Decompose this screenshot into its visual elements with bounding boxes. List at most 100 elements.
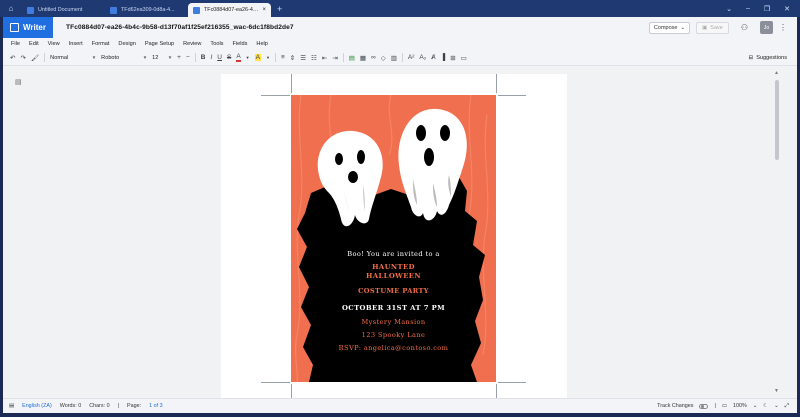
toolbar-divider xyxy=(401,53,403,62)
page-label: Page: xyxy=(127,403,142,409)
invite-costume-party: COSTUME PARTY xyxy=(358,287,429,295)
toolbar-divider xyxy=(44,53,46,62)
insert-image-icon[interactable]: ▤ xyxy=(349,54,355,62)
compose-button[interactable]: Compose ⌄ xyxy=(648,21,691,34)
chevron-down-icon[interactable]: ⌄ xyxy=(774,403,779,409)
close-window-icon[interactable]: ✕ xyxy=(784,5,790,13)
decrease-indent-icon[interactable]: ⇤ xyxy=(322,54,327,62)
suggestions-button[interactable]: ⊟ Suggestions xyxy=(749,55,787,61)
menu-page-setup[interactable]: Page Setup xyxy=(145,41,174,47)
highlight-color-icon[interactable]: A xyxy=(254,54,261,61)
crop-mark xyxy=(496,384,497,398)
tab-label: TFc0884d07-ea26-4b... xyxy=(204,7,259,13)
outline-panel-icon[interactable]: ▤ xyxy=(15,78,22,86)
font-family-value: Roboto xyxy=(101,54,120,61)
crop-mark xyxy=(496,74,497,93)
subscript-icon[interactable]: A₂ xyxy=(419,54,426,61)
chevron-down-icon: ▼ xyxy=(142,55,148,60)
redo-icon[interactable]: ↷ xyxy=(20,54,25,62)
align-left-icon[interactable]: ≡ xyxy=(281,54,285,61)
menu-file[interactable]: File xyxy=(11,41,20,47)
line-spacing-icon[interactable]: ⇕ xyxy=(290,54,295,62)
writer-logo[interactable]: Writer xyxy=(3,17,53,38)
columns-icon[interactable]: ▐ xyxy=(441,54,446,61)
zoom-value[interactable]: 100% xyxy=(733,403,747,409)
invite-rsvp: RSVP: angelica@contoso.com xyxy=(338,344,449,352)
document-canvas[interactable]: ▤ Boo! You are invited to a HAUNTED HALL… xyxy=(3,66,797,398)
tab-list-icon[interactable]: ⌄ xyxy=(726,5,732,13)
insert-table-icon[interactable]: ▦ xyxy=(360,54,366,62)
track-changes-toggle[interactable] xyxy=(699,403,709,409)
menu-review[interactable]: Review xyxy=(183,41,201,47)
bulleted-list-icon[interactable]: ☰ xyxy=(300,54,306,62)
invite-halloween: HALLOWEEN xyxy=(366,272,421,280)
chevron-down-icon: ▼ xyxy=(91,55,97,60)
increase-indent-icon[interactable]: ⇥ xyxy=(332,54,337,62)
toolbar-divider xyxy=(274,53,276,62)
font-size-value: 12 xyxy=(152,54,159,61)
more-options-icon[interactable]: ⋮ xyxy=(779,23,787,32)
paragraph-style-select[interactable]: Normal ▼ xyxy=(50,55,96,61)
strikethrough-icon[interactable]: S xyxy=(227,54,231,61)
undo-icon[interactable]: ↶ xyxy=(10,54,15,62)
menu-view[interactable]: View xyxy=(48,41,60,47)
avatar[interactable]: Jo xyxy=(760,21,773,34)
writer-icon xyxy=(10,23,19,32)
page-break-icon[interactable]: ⊞ xyxy=(450,54,455,62)
superscript-icon[interactable]: A² xyxy=(408,54,415,61)
page-indicator[interactable]: 1 of 3 xyxy=(149,403,163,409)
paint-format-icon[interactable]: 🖌 xyxy=(31,54,39,62)
menu-help[interactable]: Help xyxy=(256,41,268,47)
font-size-select[interactable]: 12 ▼ xyxy=(152,55,172,61)
document-icon xyxy=(193,6,200,14)
browser-tab-active[interactable]: TFc0884d07-ea26-4b... × xyxy=(188,3,271,17)
scroll-down-icon[interactable]: ▼ xyxy=(774,388,779,394)
halloween-invitation[interactable]: Boo! You are invited to a HAUNTED HALLOW… xyxy=(291,95,496,382)
browser-tab[interactable]: TFd62ea309-0d8a-4... xyxy=(105,3,188,17)
menu-format[interactable]: Format xyxy=(92,41,110,47)
document-title[interactable]: TFc0884d07-ea26-4b4c-9b58-d13f70af1f25ef… xyxy=(66,24,294,31)
menu-fields[interactable]: Fields xyxy=(232,41,247,47)
window-controls: ⌄ – ❐ ✕ xyxy=(726,0,800,17)
minimize-icon[interactable]: – xyxy=(746,5,750,12)
numbered-list-icon[interactable]: ☷ xyxy=(311,54,317,62)
save-button[interactable]: ▣ Save xyxy=(696,21,729,34)
spellcheck-icon[interactable]: ▤ xyxy=(9,403,14,409)
menu-edit[interactable]: Edit xyxy=(29,41,39,47)
language-indicator[interactable]: English (ZA) xyxy=(22,403,52,409)
chevron-down-icon[interactable]: ▼ xyxy=(246,55,250,60)
increase-font-icon[interactable]: + xyxy=(177,54,181,61)
font-color-icon[interactable]: A xyxy=(236,53,241,62)
insert-chart-icon[interactable]: ▥ xyxy=(391,54,397,62)
restore-icon[interactable]: ❐ xyxy=(764,5,770,13)
page-view-icon[interactable]: ▭ xyxy=(722,403,727,409)
chevron-down-icon[interactable]: ⌄ xyxy=(753,403,758,409)
insert-link-icon[interactable]: ∞ xyxy=(371,54,376,61)
crop-mark xyxy=(291,384,292,398)
browser-tab[interactable]: Untitled Document xyxy=(22,3,105,17)
decrease-font-icon[interactable]: − xyxy=(186,54,190,61)
menu-insert[interactable]: Insert xyxy=(69,41,83,47)
divider: | xyxy=(714,403,716,409)
scroll-up-icon[interactable]: ▲ xyxy=(774,70,779,76)
app-header: Writer TFc0884d07-ea26-4b4c-9b58-d13f70a… xyxy=(3,17,797,38)
theme-icon[interactable]: ☾ xyxy=(763,403,768,409)
bold-icon[interactable]: B xyxy=(201,54,206,61)
invite-haunted: HAUNTED xyxy=(372,263,415,271)
close-tab-icon[interactable]: × xyxy=(262,7,266,13)
fullscreen-icon[interactable]: ⤢ xyxy=(785,403,789,410)
insert-shape-icon[interactable]: ◇ xyxy=(381,54,386,62)
menu-tools[interactable]: Tools xyxy=(210,41,223,47)
new-tab-button[interactable]: + xyxy=(271,0,288,17)
home-icon[interactable]: ⌂ xyxy=(0,0,22,17)
comment-icon[interactable]: ▭ xyxy=(461,54,467,62)
document-page[interactable]: Boo! You are invited to a HAUNTED HALLOW… xyxy=(221,74,567,398)
font-family-select[interactable]: Roboto ▼ xyxy=(101,55,147,61)
vertical-scrollbar[interactable] xyxy=(775,80,779,160)
menu-design[interactable]: Design xyxy=(118,41,135,47)
chevron-down-icon[interactable]: ▼ xyxy=(266,55,270,60)
underline-icon[interactable]: U xyxy=(217,54,222,61)
share-users-icon[interactable]: ⚇ xyxy=(741,23,748,32)
italic-icon[interactable]: I xyxy=(210,54,212,61)
clear-formatting-icon[interactable]: Ⱥ xyxy=(431,54,435,61)
